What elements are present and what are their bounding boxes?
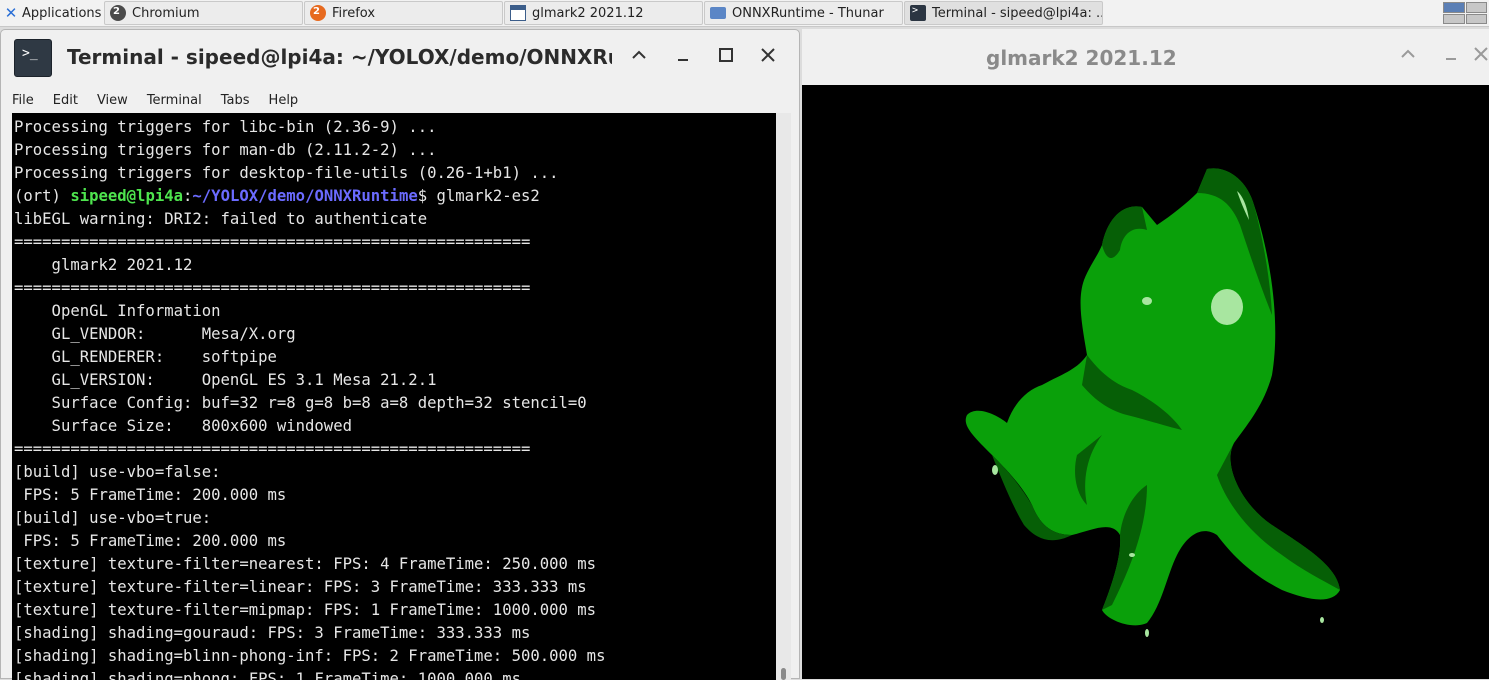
horse-model-image	[965, 168, 1340, 637]
task-label: Firefox	[332, 5, 376, 21]
xfce-logo-icon: ✕	[4, 4, 18, 22]
workspace-2[interactable]	[1465, 2, 1487, 13]
terminal-line: [build] use-vbo=false:	[14, 463, 221, 481]
menu-help[interactable]: Help	[261, 93, 307, 108]
terminal-line: [texture] texture-filter=nearest: FPS: 4…	[14, 555, 597, 573]
glmark2-render-canvas	[965, 168, 1340, 637]
close-button[interactable]	[756, 46, 780, 70]
close-icon	[1474, 47, 1488, 61]
task-terminal[interactable]: > Terminal - sipeed@lpi4a: ...	[904, 1, 1103, 25]
terminal-line: ========================================…	[14, 233, 531, 251]
menu-terminal[interactable]: Terminal	[139, 93, 210, 108]
terminal-line: Surface Size: 800x600 windowed	[14, 417, 352, 435]
glmark2-minimize-button[interactable]	[1439, 45, 1463, 69]
maximize-button[interactable]	[714, 46, 738, 70]
workspace-1[interactable]	[1443, 2, 1465, 13]
glmark2-window-title: glmark2 2021.12	[986, 46, 1177, 70]
task-label: glmark2 2021.12	[532, 5, 644, 21]
applications-menu-button[interactable]: ✕ Applications	[0, 0, 103, 26]
terminal-output[interactable]: Processing triggers for libc-bin (2.36-9…	[12, 113, 776, 680]
minimize-button[interactable]	[671, 46, 695, 70]
top-panel: ✕ Applications 2 Chromium 2 Firefox glma…	[0, 0, 1489, 27]
minimize-icon	[1446, 58, 1456, 60]
workspace-4[interactable]	[1465, 13, 1487, 24]
terminal-line: FPS: 5 FrameTime: 200.000 ms	[14, 486, 287, 504]
terminal-line: GL_VENDOR: Mesa/X.org	[14, 325, 296, 343]
window-title: Terminal - sipeed@lpi4a: ~/YOLOX/demo/ON…	[67, 45, 612, 69]
glmark2-window: glmark2 2021.12	[802, 29, 1489, 679]
prompt-sep: :	[183, 187, 193, 205]
terminal-line: [build] use-vbo=true:	[14, 509, 212, 527]
workspace-3[interactable]	[1443, 13, 1465, 24]
prompt-user-host: sipeed@lpi4a	[70, 187, 184, 205]
applications-menu-label: Applications	[22, 5, 102, 21]
terminal-line: [shading] shading=phong: FPS: 1 FrameTim…	[14, 670, 521, 680]
terminal-line: ========================================…	[14, 279, 531, 297]
prompt-env: (ort)	[14, 187, 71, 205]
task-firefox[interactable]: 2 Firefox	[304, 1, 503, 25]
terminal-line: ========================================…	[14, 440, 531, 458]
terminal-app-icon[interactable]: >_	[14, 39, 52, 77]
terminal-line: Surface Config: buf=32 r=8 g=8 b=8 a=8 d…	[14, 394, 587, 412]
menu-view[interactable]: View	[89, 93, 136, 108]
task-glmark2[interactable]: glmark2 2021.12	[504, 1, 703, 25]
menu-edit[interactable]: Edit	[45, 93, 86, 108]
shade-button[interactable]	[627, 46, 651, 70]
terminal-line: [shading] shading=blinn-phong-inf: FPS: …	[14, 647, 606, 665]
terminal-line: [texture] texture-filter=mipmap: FPS: 1 …	[14, 601, 597, 619]
folder-icon	[710, 7, 726, 19]
terminal-icon: >	[910, 5, 926, 21]
terminal-line: glmark2 2021.12	[14, 256, 193, 274]
terminal-line: GL_RENDERER: softpipe	[14, 348, 277, 366]
terminal-line: [shading] shading=gouraud: FPS: 3 FrameT…	[14, 624, 531, 642]
prompt-path: ~/YOLOX/demo/ONNXRuntime	[192, 187, 418, 205]
workspace-switcher[interactable]	[1443, 2, 1487, 24]
terminal-line: OpenGL Information	[14, 302, 221, 320]
menu-file[interactable]: File	[4, 93, 42, 108]
task-label: ONNXRuntime - Thunar	[732, 5, 884, 21]
terminal-menubar: File Edit View Terminal Tabs Help	[1, 88, 799, 112]
prompt-line: (ort) sipeed@lpi4a:~/YOLOX/demo/ONNXRunt…	[14, 185, 540, 208]
terminal-line: Processing triggers for libc-bin (2.36-9…	[14, 118, 437, 136]
terminal-scrollbar[interactable]	[776, 113, 791, 680]
prompt-symbol: $	[417, 187, 437, 205]
task-label: Chromium	[132, 5, 200, 21]
terminal-line: FPS: 5 FrameTime: 200.000 ms	[14, 532, 287, 550]
maximize-icon	[719, 48, 733, 62]
task-thunar[interactable]: ONNXRuntime - Thunar	[704, 1, 903, 25]
firefox-icon: 2	[310, 5, 326, 21]
terminal-line: Processing triggers for desktop-file-uti…	[14, 164, 559, 182]
chromium-icon: 2	[110, 5, 126, 21]
terminal-line: Processing triggers for man-db (2.11.2-2…	[14, 141, 437, 159]
task-label: Terminal - sipeed@lpi4a: ...	[932, 5, 1103, 21]
task-chromium[interactable]: 2 Chromium	[104, 1, 303, 25]
close-icon	[761, 48, 775, 62]
terminal-window: >_ Terminal - sipeed@lpi4a: ~/YOLOX/demo…	[0, 29, 800, 680]
terminal-line: libEGL warning: DRI2: failed to authenti…	[14, 210, 428, 228]
terminal-line: [texture] texture-filter=linear: FPS: 3 …	[14, 578, 587, 596]
prompt-command: glmark2-es2	[436, 187, 540, 205]
glmark2-close-button[interactable]	[1469, 45, 1489, 69]
glmark2-titlebar[interactable]: glmark2 2021.12	[802, 29, 1489, 85]
window-icon	[510, 5, 526, 21]
chevron-up-icon	[632, 50, 646, 59]
minimize-icon	[678, 59, 688, 61]
terminal-titlebar[interactable]: >_ Terminal - sipeed@lpi4a: ~/YOLOX/demo…	[1, 30, 799, 86]
glmark2-shade-button[interactable]	[1396, 45, 1420, 69]
menu-tabs[interactable]: Tabs	[213, 93, 258, 108]
scrollbar-thumb[interactable]	[781, 668, 786, 680]
terminal-line: GL_VERSION: OpenGL ES 3.1 Mesa 21.2.1	[14, 371, 437, 389]
chevron-up-icon	[1401, 49, 1415, 58]
